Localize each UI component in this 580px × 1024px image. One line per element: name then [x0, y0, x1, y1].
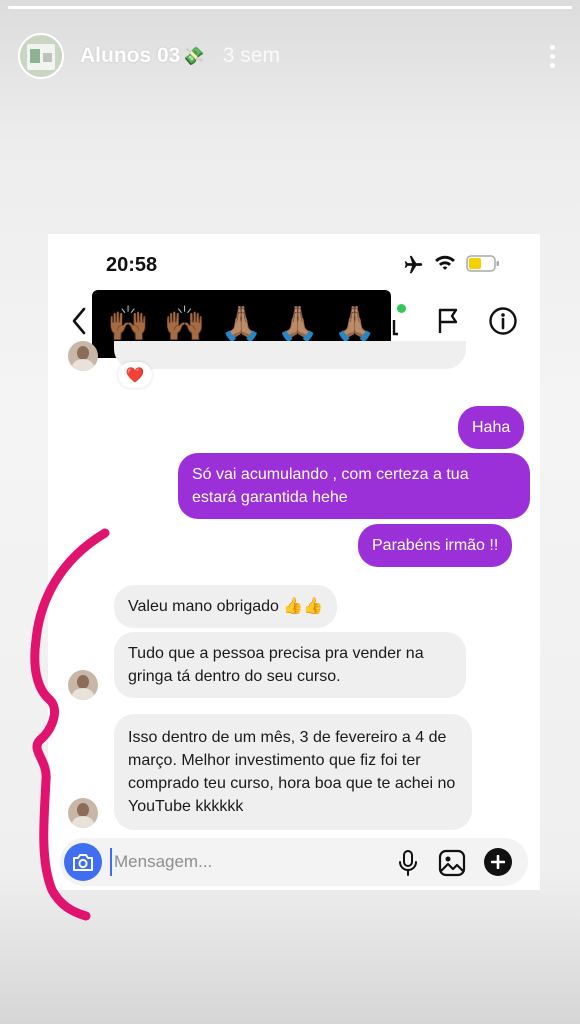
more-vertical-icon[interactable] [542, 44, 562, 68]
online-indicator [397, 304, 406, 313]
plus-button[interactable] [484, 848, 512, 876]
message-input[interactable] [110, 848, 380, 876]
avatar[interactable] [68, 798, 98, 828]
cover-emoji: 🙏🏽 [333, 305, 376, 343]
flag-icon[interactable] [436, 307, 460, 335]
cover-emoji: 🙏🏽 [276, 305, 320, 343]
gallery-icon[interactable] [438, 849, 466, 877]
cover-emoji: 🙌🏾 [107, 305, 150, 343]
avatar[interactable] [68, 670, 98, 700]
camera-button[interactable] [64, 843, 102, 881]
airplane-icon [404, 255, 423, 274]
story-account-name[interactable]: Alunos 03 [80, 44, 180, 68]
incoming-message[interactable]: Tudo que a pessoa precisa pra vender na … [114, 632, 466, 698]
story-progress-fill [8, 6, 572, 9]
status-clock: 20:58 [106, 254, 158, 276]
plus-icon [491, 855, 505, 869]
info-icon[interactable] [488, 306, 518, 336]
message-composer [60, 838, 528, 886]
battery-icon [466, 255, 499, 272]
status-bar: 20:58 [48, 234, 540, 292]
story-avatar[interactable] [18, 33, 64, 79]
back-icon[interactable] [70, 306, 88, 336]
outgoing-message[interactable]: Parabéns irmão !! [358, 524, 513, 567]
video-call-icon[interactable] [390, 312, 410, 338]
story-header: Alunos 03 💸 3 sem [18, 32, 562, 80]
story-progress-bar [8, 6, 572, 9]
incoming-message[interactable]: Valeu mano obrigado 👍👍 [114, 585, 338, 628]
outgoing-message[interactable]: Haha [458, 406, 525, 449]
camera-icon [73, 854, 93, 871]
heart-reaction[interactable]: ❤️ [118, 362, 152, 388]
story-time-ago: 3 sem [222, 44, 280, 67]
cover-emoji: 🙌🏾 [163, 305, 207, 343]
wifi-icon [435, 255, 455, 270]
mic-icon[interactable] [398, 849, 418, 877]
incoming-message[interactable]: Isso dentro de um mês, 3 de fevereiro a … [114, 714, 472, 830]
avatar[interactable] [68, 341, 98, 371]
outgoing-message[interactable]: Só vai acumulando , com certeza a tua es… [178, 453, 530, 519]
money-emoji: 💸 [182, 45, 205, 66]
cover-emoji: 🙏🏽 [220, 305, 263, 343]
previous-message-bubble [114, 341, 466, 369]
chat-screenshot: 20:58 🙌🏾 🙌🏾 🙏🏽 🙏🏽 🙏🏽 ❤️ Haha Só vai acum… [48, 234, 540, 890]
